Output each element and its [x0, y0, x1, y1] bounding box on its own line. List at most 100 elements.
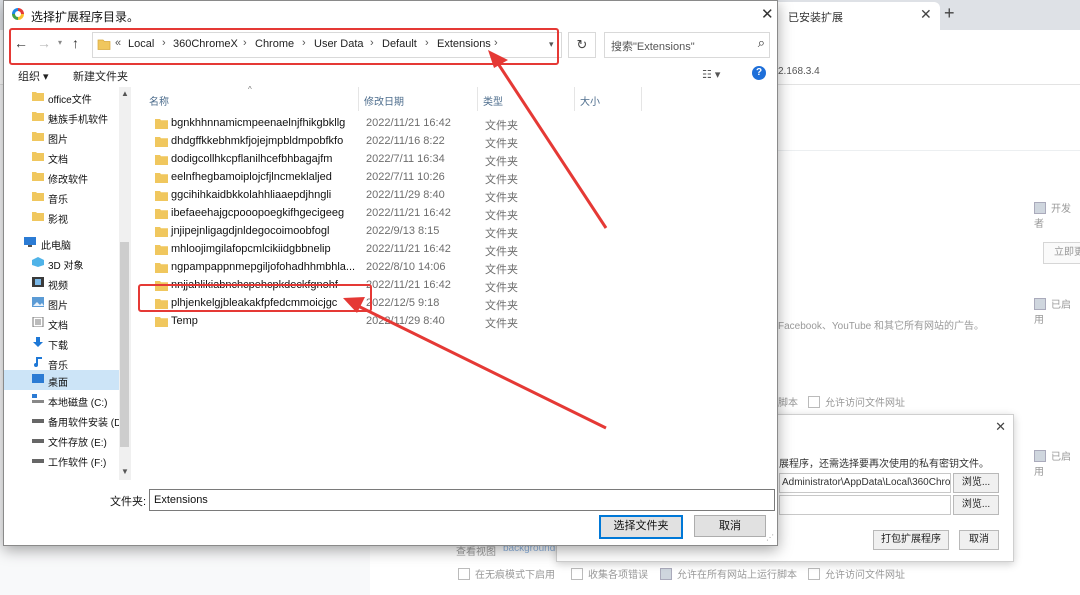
file-row[interactable]: mhloojimgilafopcmlcikiidgbbnelip 2022/11/… — [142, 240, 642, 260]
allow-all-sites-label: 允许在所有网站上运行脚本 — [677, 570, 797, 581]
help-icon[interactable]: ? — [752, 66, 766, 80]
column-type-label: 类型 — [483, 97, 503, 108]
nav-item-modified-software[interactable]: 修改软件 — [4, 167, 119, 187]
nav-item-label: office文件 — [48, 95, 92, 106]
nav-item-music-folder[interactable]: 音乐 — [4, 187, 119, 207]
nav-item-label: 桌面 — [48, 378, 68, 389]
scroll-up-icon[interactable]: ▲ — [121, 89, 129, 98]
file-row[interactable]: Temp 2022/11/29 8:40 文件夹 — [142, 312, 642, 332]
nav-item-3d-objects[interactable]: 3D 对象 — [4, 253, 119, 273]
nav-item-pictures-folder[interactable]: 图片 — [4, 127, 119, 147]
browse-root-button[interactable]: 浏览... — [953, 473, 999, 493]
file-date: 2022/8/10 14:06 — [366, 261, 446, 273]
folder-highlight-box — [138, 284, 372, 312]
nav-item-label: 图片 — [48, 301, 68, 312]
column-header-name[interactable]: 名称 — [144, 87, 359, 111]
refresh-icon[interactable]: ↻ — [568, 32, 596, 58]
file-type: 文件夹 — [485, 318, 518, 330]
collect-errors-label: 收集各项错误 — [588, 570, 648, 581]
close-tab-icon[interactable]: ✕ — [920, 6, 932, 23]
update-button[interactable]: 立即更 — [1043, 242, 1080, 264]
resize-grip-icon[interactable]: ⋰ — [766, 533, 774, 542]
nav-item-movies-folder[interactable]: 影视 — [4, 207, 119, 227]
checkbox-icon — [660, 568, 672, 580]
address-url[interactable]: 2.168.3.4 — [778, 66, 820, 77]
nav-item-office-files[interactable]: office文件 — [4, 87, 119, 107]
folder-icon — [155, 155, 168, 165]
column-header-date[interactable]: 修改日期 — [359, 87, 478, 111]
nav-item-drive-d[interactable]: 备用软件安装 (D — [4, 410, 121, 430]
folder-icon — [155, 317, 168, 327]
nav-item-drive-c[interactable]: 本地磁盘 (C:) — [4, 390, 119, 410]
system-drive-icon — [32, 394, 44, 403]
pack-extension-button[interactable]: 打包扩展程序 — [873, 530, 949, 550]
file-date: 2022/9/13 8:15 — [366, 225, 440, 237]
address-highlight-box — [9, 28, 559, 65]
folder-icon — [155, 227, 168, 237]
allow-file-url-toggle-2[interactable]: 允许访问文件网址 — [808, 566, 905, 581]
developer-mode-toggle[interactable]: 开发者 — [1034, 200, 1080, 230]
nav-item-documents-folder[interactable]: 文档 — [4, 147, 119, 167]
file-row[interactable]: eelnfhegbamoiplojcfjlncmeklaljed 2022/7/1… — [142, 168, 642, 188]
file-row[interactable]: jnjipejnligagdjnldegocoimoobfogl 2022/9/1… — [142, 222, 642, 242]
nav-item-this-pc[interactable]: 此电脑 — [4, 233, 119, 253]
allow-file-url-label: 允许访问文件网址 — [825, 570, 905, 581]
nav-item-drive-f[interactable]: 工作软件 (F:) — [4, 450, 119, 470]
incognito-toggle[interactable]: 在无痕模式下启用 — [458, 566, 555, 581]
browser-tab[interactable]: 已安装扩展 ✕ — [772, 2, 940, 30]
select-folder-button[interactable]: 选择文件夹 — [599, 515, 683, 539]
nav-item-videos[interactable]: 视频 — [4, 273, 119, 293]
private-key-field[interactable] — [779, 495, 951, 515]
dialog-title: 选择扩展程序目录。 — [31, 10, 140, 24]
allow-all-sites-toggle[interactable]: 允许在所有网站上运行脚本 — [660, 566, 797, 581]
nav-scrollbar[interactable]: ▲ ▼ — [119, 87, 131, 480]
organize-button[interactable]: 组织 ▾ — [18, 68, 49, 84]
file-type: 文件夹 — [485, 156, 518, 168]
nav-item-documents[interactable]: 文档 — [4, 313, 119, 333]
file-row[interactable]: ggcihihkaidbkkolahhliaaepdjhngli 2022/11/… — [142, 186, 642, 206]
extension-root-field[interactable]: Administrator\AppData\Local\360Chro — [779, 473, 951, 493]
folder-icon — [155, 263, 168, 273]
allow-file-url-label: 允许访问文件网址 — [825, 398, 905, 409]
view-options-button[interactable]: ☷ ▾ — [702, 68, 720, 81]
enable-toggle-1[interactable]: 已启用 — [1034, 296, 1080, 326]
cancel-button[interactable]: 取消 — [694, 515, 766, 537]
nav-item-downloads[interactable]: 下载 — [4, 333, 119, 353]
column-header-size[interactable]: 大小 — [575, 87, 642, 111]
file-row[interactable]: dhdgffkkebhmkfjojejmpbldmpobfkfo 2022/11/… — [142, 132, 642, 152]
close-icon[interactable]: ✕ — [761, 5, 774, 23]
search-input[interactable]: 搜索"Extensions" ⌕ — [604, 32, 770, 58]
download-icon — [33, 337, 43, 347]
extension-description: Facebook、YouTube 和其它所有网站的广告。 — [778, 321, 984, 332]
allow-file-url-toggle-1[interactable]: 允许访问文件网址 — [808, 394, 905, 409]
nav-item-pictures[interactable]: 图片 — [4, 293, 119, 313]
column-header-type[interactable]: 类型 — [478, 87, 575, 111]
nav-item-drive-e[interactable]: 文件存放 (E:) — [4, 430, 119, 450]
nav-item-meizu-software[interactable]: 魅族手机软件 — [4, 107, 119, 127]
video-icon — [32, 277, 44, 287]
close-icon[interactable]: ✕ — [995, 419, 1006, 435]
file-name: bgnkhhnnamicmpeenaelnjfhikgbkllg — [171, 117, 346, 129]
pack-cancel-button[interactable]: 取消 — [959, 530, 999, 550]
file-date: 2022/11/21 16:42 — [366, 243, 451, 255]
file-row[interactable]: ibefaeehajgcpooopoegkifhgecigeeg 2022/11/… — [142, 204, 642, 224]
nav-item-desktop[interactable]: 桌面 — [4, 370, 119, 390]
file-type: 文件夹 — [485, 138, 518, 150]
view-options-label: ▾ — [714, 69, 721, 81]
file-name: eelnfhegbamoiplojcfjlncmeklaljed — [171, 171, 332, 183]
new-folder-button[interactable]: 新建文件夹 — [73, 68, 128, 84]
file-row[interactable]: bgnkhhnnamicmpeenaelnjfhikgbkllg 2022/11/… — [142, 114, 642, 134]
browse-key-button[interactable]: 浏览... — [953, 495, 999, 515]
new-tab-icon[interactable]: + — [944, 3, 955, 24]
file-date: 2022/11/21 16:42 — [366, 117, 451, 129]
file-row[interactable]: dodigcollhkcpflanilhcefbhbagajfm 2022/7/1… — [142, 150, 642, 170]
enable-toggle-2[interactable]: 已启用 — [1034, 448, 1080, 478]
file-row[interactable]: ngpampappnmepgiljofohadhhmbhla... 2022/8/… — [142, 258, 642, 278]
scrollbar-thumb[interactable] — [120, 242, 129, 447]
checkbox-icon — [1034, 298, 1046, 310]
file-date: 2022/7/11 10:26 — [366, 171, 445, 183]
collect-errors-toggle[interactable]: 收集各项错误 — [571, 566, 648, 581]
folder-name-input[interactable]: Extensions — [149, 489, 775, 511]
file-type: 文件夹 — [485, 120, 518, 132]
scroll-down-icon[interactable]: ▼ — [121, 467, 129, 476]
